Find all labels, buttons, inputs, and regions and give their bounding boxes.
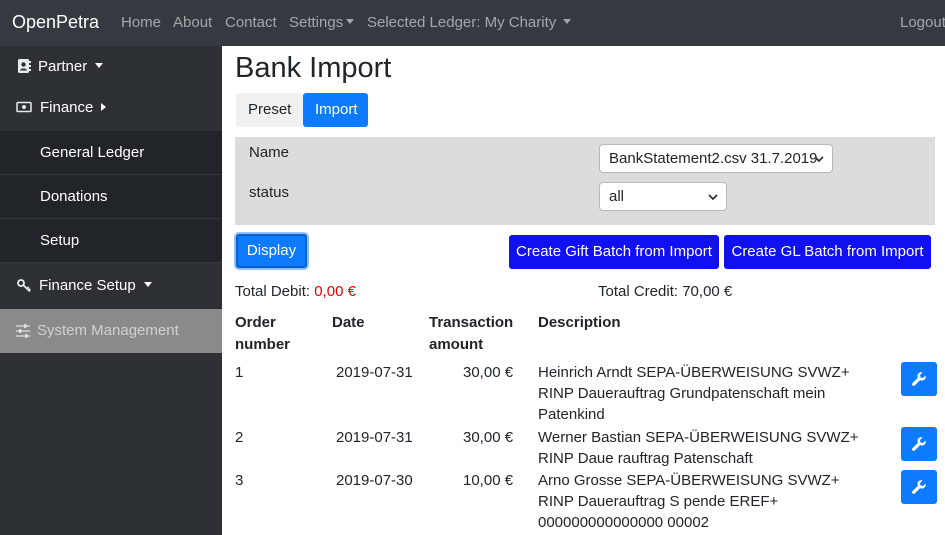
row-3-date: 2019-07-30 [336, 472, 413, 489]
chevron-down-icon [95, 63, 104, 68]
sidebar: Partner Finance General Ledger Donations… [0, 46, 222, 535]
address-book-icon [18, 59, 31, 73]
sidebar-item-finance[interactable]: Finance [0, 87, 222, 130]
nav-settings-dropdown[interactable]: Settings [289, 14, 355, 31]
money-bill-icon [16, 101, 32, 113]
wrench-icon [912, 372, 926, 386]
total-credit-value: 70,00 € [682, 283, 733, 300]
nav-contact[interactable]: Contact [225, 14, 277, 31]
page-title: Bank Import [235, 52, 392, 84]
sidebar-item-setup[interactable]: Setup [0, 219, 222, 263]
name-select-value: BankStatement2.csv 31.7.2019 [609, 150, 818, 167]
row-2-amount: 30,00 € [463, 429, 514, 446]
tab-preset[interactable]: Preset [236, 93, 303, 127]
row-3-edit-button[interactable] [901, 470, 937, 504]
row-1-order: 1 [235, 364, 244, 381]
tab-import[interactable]: Import [303, 93, 368, 127]
nav-about[interactable]: About [173, 14, 212, 31]
sidebar-item-label: Finance [40, 99, 107, 116]
chevron-down-icon [346, 19, 355, 24]
create-gift-batch-button[interactable]: Create Gift Batch from Import [509, 235, 719, 269]
filter-panel: Name BankStatement2.csv 31.7.2019 status… [235, 137, 935, 225]
wrench-icon [912, 437, 926, 451]
total-debit: Total Debit: 0,00 € [235, 283, 356, 300]
row-2-date: 2019-07-31 [336, 429, 413, 446]
column-header-order: Order number [235, 314, 291, 353]
total-credit: Total Credit: 70,00 € [598, 283, 732, 300]
nav-logout[interactable]: Logout [900, 14, 945, 31]
total-debit-value: 0,00 € [314, 283, 356, 300]
column-header-date: Date [332, 314, 365, 331]
row-2-order: 2 [235, 429, 244, 446]
sidebar-item-donations[interactable]: Donations [0, 175, 222, 219]
status-label: status [249, 184, 290, 201]
sidebar-item-label: Setup [40, 232, 80, 249]
sidebar-item-label: System Management [37, 322, 179, 339]
name-label: Name [249, 144, 290, 161]
top-navbar: OpenPetra Home About Contact Settings Se… [0, 0, 945, 46]
nav-ledger-label: Selected Ledger: My Charity [367, 14, 557, 31]
nav-home[interactable]: Home [121, 14, 161, 31]
row-3-amount: 10,00 € [463, 472, 514, 489]
chevron-down-icon [814, 156, 824, 163]
sidebar-item-label: General Ledger [40, 144, 145, 161]
row-1-description: Heinrich Arndt SEPA-ÜBERWEISUNG SVWZ+ RI… [538, 364, 850, 423]
nav-ledger-dropdown[interactable]: Selected Ledger: My Charity [367, 14, 572, 31]
create-gl-batch-button[interactable]: Create GL Batch from Import [724, 235, 931, 269]
row-1-edit-button[interactable] [901, 362, 937, 396]
total-credit-label: Total Credit: [598, 283, 679, 300]
row-3-order: 3 [235, 472, 244, 489]
status-select-value: all [609, 188, 625, 205]
row-1-amount: 30,00 € [463, 364, 514, 381]
row-3-description: Arno Grosse SEPA-ÜBERWEISUNG SVWZ+ RINP … [538, 472, 840, 531]
total-debit-label: Total Debit: [235, 283, 311, 300]
column-header-description: Description [538, 314, 621, 331]
chevron-down-icon [708, 194, 718, 201]
sidebar-item-label: Finance Setup [39, 277, 152, 294]
key-icon [17, 279, 31, 293]
nav-settings-label: Settings [289, 14, 344, 31]
sidebar-item-label: Donations [40, 188, 108, 205]
display-button[interactable]: Display [236, 234, 307, 268]
sidebar-item-label: Partner [38, 58, 104, 75]
chevron-right-icon [101, 103, 107, 111]
column-header-amount: Transaction amount [429, 314, 514, 353]
brand-logo[interactable]: OpenPetra [12, 12, 99, 33]
row-2-edit-button[interactable] [901, 427, 937, 461]
wrench-icon [912, 480, 926, 494]
name-select[interactable]: BankStatement2.csv 31.7.2019 [599, 144, 833, 173]
chevron-down-icon [143, 282, 152, 287]
status-select[interactable]: all [599, 182, 727, 211]
row-1-date: 2019-07-31 [336, 364, 413, 381]
sidebar-item-system-management[interactable]: System Management [0, 309, 222, 353]
sidebar-item-finance-setup[interactable]: Finance Setup [0, 265, 222, 308]
sidebar-item-partner[interactable]: Partner [0, 46, 222, 89]
chevron-down-icon [563, 19, 572, 24]
row-2-description: Werner Bastian SEPA-ÜBERWEISUNG SVWZ+ RI… [538, 429, 859, 467]
sidebar-item-general-ledger[interactable]: General Ledger [0, 131, 222, 175]
sliders-icon [16, 324, 30, 338]
